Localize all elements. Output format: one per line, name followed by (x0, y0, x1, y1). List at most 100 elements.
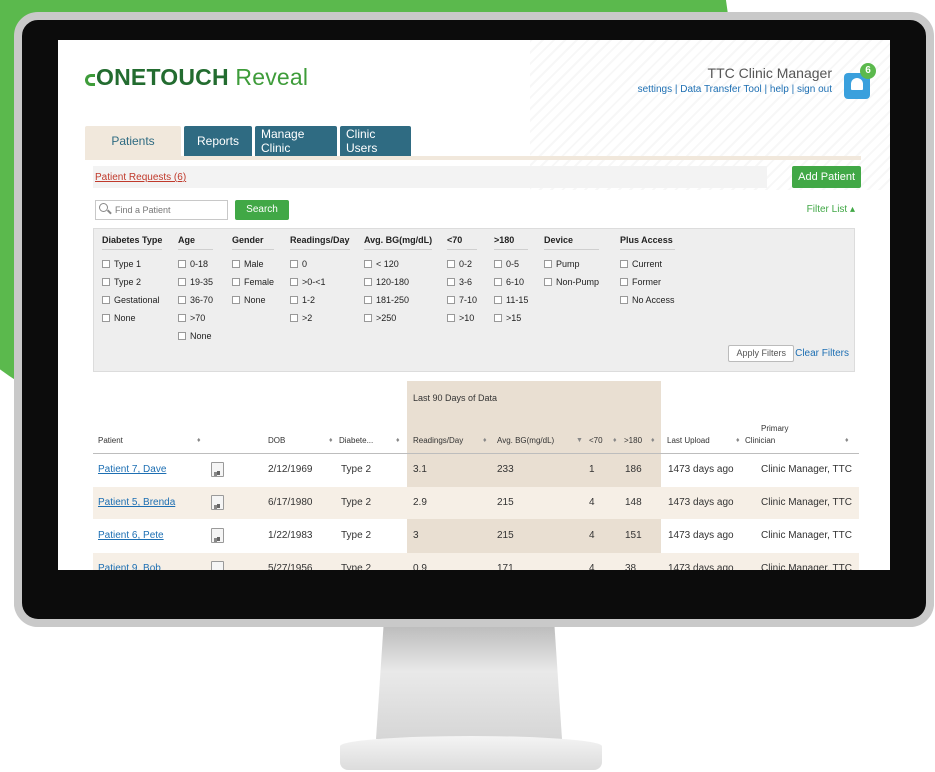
header-last-upload[interactable]: Last Upload (667, 436, 710, 445)
checkbox-icon[interactable] (620, 260, 628, 268)
filter-option[interactable]: Non-Pump (544, 273, 599, 291)
filter-option[interactable]: >0-<1 (290, 273, 350, 291)
filter-option[interactable]: 181-250 (364, 291, 432, 309)
checkbox-icon[interactable] (290, 296, 298, 304)
header-below-70[interactable]: <70 (589, 436, 603, 445)
checkbox-icon[interactable] (178, 314, 186, 322)
patient-name-link[interactable]: Patient 6, Pete (98, 530, 164, 541)
checkbox-icon[interactable] (447, 278, 455, 286)
checkbox-icon[interactable] (494, 260, 502, 268)
filter-option[interactable]: 3-6 (447, 273, 477, 291)
filter-option[interactable]: Pump (544, 255, 599, 273)
checkbox-icon[interactable] (178, 260, 186, 268)
checkbox-icon[interactable] (494, 314, 502, 322)
filter-option[interactable]: Male (232, 255, 274, 273)
checkbox-icon[interactable] (447, 296, 455, 304)
sort-icon[interactable]: ♦ (845, 437, 849, 444)
checkbox-icon[interactable] (290, 278, 298, 286)
patient-requests-link[interactable]: Patient Requests (6) (95, 172, 186, 183)
patient-name-link[interactable]: Patient 9, Bob (98, 563, 161, 570)
tab-manage-clinic[interactable]: Manage Clinic (255, 126, 337, 156)
header-patient[interactable]: Patient (98, 436, 123, 445)
header-readings-day[interactable]: Readings/Day (413, 436, 463, 445)
checkbox-icon[interactable] (364, 278, 372, 286)
header-above-180[interactable]: >180 (624, 436, 642, 445)
filter-option[interactable]: Gestational (102, 291, 162, 309)
patient-name-link[interactable]: Patient 7, Dave (98, 464, 166, 475)
filter-option[interactable]: 0-5 (494, 255, 528, 273)
filter-option[interactable]: None (178, 327, 213, 345)
add-patient-button[interactable]: Add Patient (792, 166, 861, 188)
checkbox-icon[interactable] (102, 296, 110, 304)
checkbox-icon[interactable] (102, 260, 110, 268)
filter-option[interactable]: 36-70 (178, 291, 213, 309)
header-diabetes-type[interactable]: Diabete... (339, 436, 373, 445)
checkbox-icon[interactable] (232, 296, 240, 304)
checkbox-icon[interactable] (364, 314, 372, 322)
sort-desc-icon[interactable]: ▼ (576, 437, 583, 444)
filter-option[interactable]: 11-15 (494, 291, 528, 309)
checkbox-icon[interactable] (102, 278, 110, 286)
filter-option[interactable]: Type 1 (102, 255, 162, 273)
checkbox-icon[interactable] (178, 332, 186, 340)
checkbox-icon[interactable] (364, 260, 372, 268)
patient-report-icon[interactable] (211, 528, 224, 543)
tab-clinic-users[interactable]: Clinic Users (340, 126, 411, 156)
account-links[interactable]: settings | Data Transfer Tool | help | s… (638, 84, 832, 95)
checkbox-icon[interactable] (544, 260, 552, 268)
filter-option[interactable]: < 120 (364, 255, 432, 273)
filter-option[interactable]: Type 2 (102, 273, 162, 291)
header-avg-bg[interactable]: Avg. BG(mg/dL) (497, 436, 554, 445)
sort-icon[interactable]: ♦ (651, 437, 655, 444)
filter-option[interactable]: >70 (178, 309, 213, 327)
checkbox-icon[interactable] (178, 296, 186, 304)
checkbox-icon[interactable] (494, 278, 502, 286)
header-primary-clinician-line2[interactable]: Clinician (745, 436, 775, 445)
filter-option[interactable]: 120-180 (364, 273, 432, 291)
tab-reports[interactable]: Reports (184, 126, 252, 156)
filter-option[interactable]: >15 (494, 309, 528, 327)
patient-report-icon[interactable] (211, 462, 224, 477)
sort-icon[interactable]: ♦ (396, 437, 400, 444)
sort-icon[interactable]: ♦ (197, 437, 201, 444)
checkbox-icon[interactable] (102, 314, 110, 322)
filter-option[interactable]: 6-10 (494, 273, 528, 291)
checkbox-icon[interactable] (544, 278, 552, 286)
filter-option[interactable]: >250 (364, 309, 432, 327)
checkbox-icon[interactable] (620, 278, 628, 286)
checkbox-icon[interactable] (494, 296, 502, 304)
sort-icon[interactable]: ♦ (483, 437, 487, 444)
clear-filters-link[interactable]: Clear Filters (795, 348, 849, 359)
search-button[interactable]: Search (235, 200, 289, 220)
checkbox-icon[interactable] (178, 278, 186, 286)
filter-option[interactable]: None (102, 309, 162, 327)
tab-patients[interactable]: Patients (85, 126, 181, 156)
filter-list-toggle[interactable]: Filter List ▴ (807, 204, 855, 215)
header-dob[interactable]: DOB (268, 436, 285, 445)
filter-option[interactable]: >2 (290, 309, 350, 327)
filter-option[interactable]: 7-10 (447, 291, 477, 309)
checkbox-icon[interactable] (447, 314, 455, 322)
checkbox-icon[interactable] (620, 296, 628, 304)
patient-report-icon[interactable] (211, 561, 224, 570)
patient-report-icon[interactable] (211, 495, 224, 510)
checkbox-icon[interactable] (364, 296, 372, 304)
checkbox-icon[interactable] (290, 260, 298, 268)
filter-option[interactable]: 0-18 (178, 255, 213, 273)
sort-icon[interactable]: ♦ (329, 437, 333, 444)
filter-option[interactable]: Female (232, 273, 274, 291)
patient-search-input[interactable]: Find a Patient (95, 200, 228, 220)
filter-option[interactable]: >10 (447, 309, 477, 327)
filter-option[interactable]: 0 (290, 255, 350, 273)
filter-option[interactable]: Former (620, 273, 675, 291)
sort-icon[interactable]: ♦ (736, 437, 740, 444)
filter-option[interactable]: 0-2 (447, 255, 477, 273)
filter-option[interactable]: None (232, 291, 274, 309)
checkbox-icon[interactable] (447, 260, 455, 268)
checkbox-icon[interactable] (232, 278, 240, 286)
filter-option[interactable]: Current (620, 255, 675, 273)
apply-filters-button[interactable]: Apply Filters (728, 345, 794, 362)
checkbox-icon[interactable] (290, 314, 298, 322)
filter-option[interactable]: 1-2 (290, 291, 350, 309)
checkbox-icon[interactable] (232, 260, 240, 268)
